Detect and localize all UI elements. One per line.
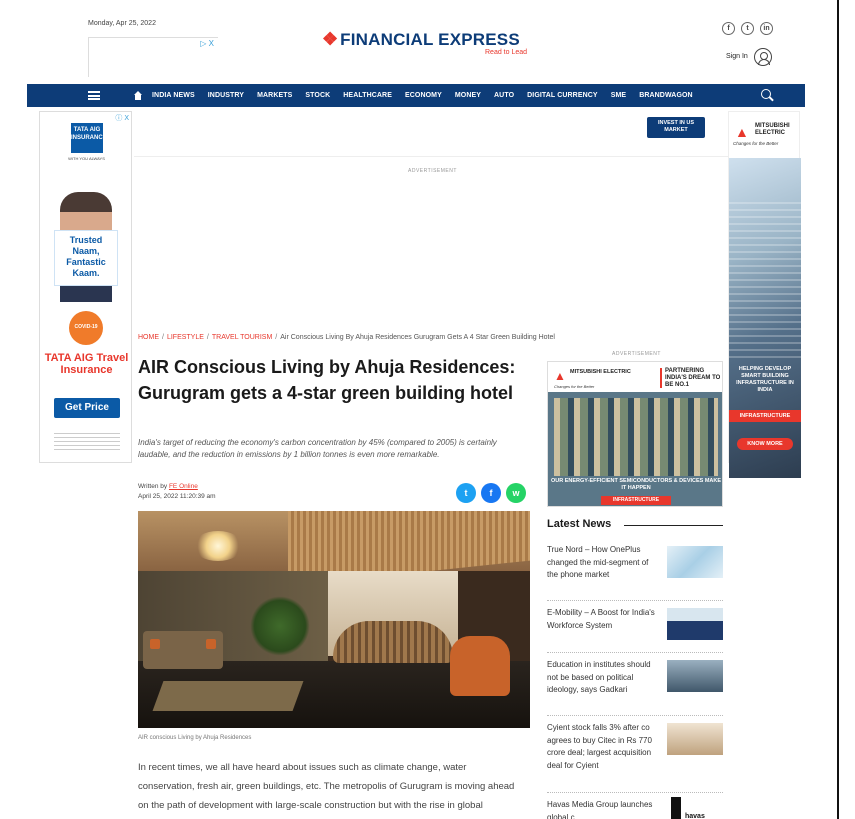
latest-news-heading: Latest News (547, 518, 612, 530)
nav-item-brandwagon[interactable]: BRANDWAGON (639, 92, 693, 99)
news-headline[interactable]: Education in institutes should not be ba… (547, 659, 660, 697)
twitter-icon[interactable]: t (741, 22, 754, 35)
article-body: In recent times, we all have heard about… (138, 762, 515, 811)
get-price-button[interactable]: Get Price (54, 398, 120, 418)
current-date: Monday, Apr 25, 2022 (88, 20, 156, 27)
ad-close-icon[interactable]: ⓘ X (115, 113, 129, 123)
nav-item-markets[interactable]: MARKETS (257, 92, 292, 99)
breadcrumb-current: Air Conscious Living By Ahuja Residences… (280, 334, 555, 341)
ad-tagline: Changes for the Better (733, 141, 779, 146)
news-item[interactable]: Cyient stock falls 3% after co agrees to… (547, 716, 723, 793)
covid-badge-icon: COVID-19 (69, 311, 103, 345)
ad-choices-icon[interactable]: ▷ X (200, 39, 214, 48)
advertisement-label: ADVERTISEMENT (408, 168, 457, 174)
ad-category: INFRASTRUCTURE (729, 410, 801, 422)
sidebar-ad[interactable]: ▲ MITSUBISHI ELECTRIC Changes for the Be… (547, 361, 723, 507)
nav-item-sme[interactable]: SME (611, 92, 626, 99)
right-skyscraper-ad[interactable]: ▲ MITSUBISHI ELECTRIC Changes for the Be… (728, 111, 801, 478)
ad-slogan: Trusted Naam, Fantastic Kaam. (54, 230, 118, 286)
top-banner-ad[interactable] (134, 111, 728, 157)
ad-category: INFRASTRUCTURE (601, 496, 671, 505)
nav-item-healthcare[interactable]: HEALTHCARE (343, 92, 392, 99)
news-thumbnail[interactable] (667, 608, 723, 640)
news-item[interactable]: E-Mobility – A Boost for India's Workfor… (547, 601, 723, 653)
ad-headline: PARTNERING INDIA'S DREAM TO BE NO.1 (665, 368, 721, 388)
news-item[interactable]: Education in institutes should not be ba… (547, 653, 723, 716)
linkedin-icon[interactable]: in (760, 22, 773, 35)
breadcrumb-lifestyle[interactable]: LIFESTYLE (167, 334, 204, 341)
logo-text: FINANCIAL EXPRESS (340, 29, 520, 49)
nav-item-economy[interactable]: ECONOMY (405, 92, 442, 99)
mitsubishi-logo-icon: ▲ (554, 369, 566, 383)
news-thumbnail[interactable] (667, 723, 723, 755)
nav-item-digital-currency[interactable]: DIGITAL CURRENCY (527, 92, 598, 99)
whatsapp-share-icon[interactable]: w (506, 483, 526, 503)
left-skyscraper-ad[interactable]: ⓘ X TATA AIG INSURANCE WITH YOU ALWAYS T… (39, 111, 132, 463)
ad-subheadline: OUR ENERGY-EFFICIENT SEMICONDUCTORS & DE… (550, 478, 722, 491)
news-headline[interactable]: E-Mobility – A Boost for India's Workfor… (547, 607, 660, 632)
ad-brand: MITSUBISHI ELECTRIC (755, 123, 790, 136)
facebook-icon[interactable]: f (722, 22, 735, 35)
ad-headline: HELPING DEVELOP SMART BUILDING INFRASTRU… (736, 366, 794, 393)
search-icon[interactable] (761, 89, 771, 99)
author-link[interactable]: FE Online (169, 483, 198, 490)
nav-item-stock[interactable]: STOCK (305, 92, 330, 99)
publish-date: April 25, 2022 11:20:39 am (138, 493, 216, 500)
page-edge-rule (837, 0, 839, 819)
article-hero-image (138, 511, 530, 728)
ad-product-name: TATA AIG Travel Insurance (44, 352, 129, 376)
ad-tagline: Changes for the Better (554, 384, 595, 389)
site-logo[interactable]: ❖ FINANCIAL EXPRESS (322, 29, 520, 50)
news-thumbnail[interactable]: havas (667, 797, 723, 819)
article-title: AIR Conscious Living by Ahuja Residences… (138, 357, 516, 403)
written-by-label: Written by (138, 483, 168, 490)
news-headline[interactable]: Havas Media Group launches global c... (547, 799, 660, 819)
heading-rule (624, 525, 723, 526)
news-item[interactable]: Havas Media Group launches global c... h… (547, 793, 723, 819)
news-item[interactable]: True Nord – How OnePlus changed the mid-… (547, 544, 723, 601)
breadcrumb: HOME / LIFESTYLE / TRAVEL TOURISM / Air Consci… (138, 334, 555, 341)
twitter-share-icon[interactable]: t (456, 483, 476, 503)
header-ad-slot[interactable]: ▷ X (88, 37, 218, 77)
news-headline[interactable]: Cyient stock falls 3% after co agrees to… (547, 722, 660, 772)
nav-item-industry[interactable]: INDUSTRY (208, 92, 244, 99)
know-more-button[interactable]: KNOW MORE (737, 438, 793, 450)
building-windows (729, 202, 801, 362)
mitsubishi-logo-icon: ▲ (735, 124, 749, 140)
user-icon[interactable] (754, 48, 772, 66)
image-caption: AIR conscious Living by Ahuja Residences (138, 735, 252, 741)
nav-item-india-news[interactable]: INDIA NEWS (152, 92, 195, 99)
logo-tagline: Read to Lead (485, 49, 528, 56)
facebook-share-icon[interactable]: f (481, 483, 501, 503)
news-thumbnail[interactable] (667, 546, 723, 578)
share-buttons: t f w (456, 483, 526, 503)
menu-icon[interactable] (88, 91, 100, 100)
nav-item-auto[interactable]: AUTO (494, 92, 514, 99)
article-summary: India's target of reducing the economy's… (138, 438, 497, 459)
ad-fine-print (54, 430, 120, 450)
invest-in-us-market-button[interactable]: INVEST IN US MARKET (647, 117, 705, 138)
news-thumbnail[interactable] (667, 660, 723, 692)
sidebar-advertisement-label: ADVERTISEMENT (612, 351, 661, 357)
social-links: f t in (722, 22, 773, 35)
news-headline[interactable]: True Nord – How OnePlus changed the mid-… (547, 544, 660, 582)
latest-news-list: True Nord – How OnePlus changed the mid-… (547, 544, 723, 819)
sign-in-link[interactable]: Sign In (726, 53, 748, 60)
main-nav: INDIA NEWS INDUSTRY MARKETS STOCK HEALTH… (27, 84, 805, 107)
nav-items: INDIA NEWS INDUSTRY MARKETS STOCK HEALTH… (152, 84, 693, 107)
ad-tagline: WITH YOU ALWAYS (68, 156, 105, 161)
tata-aig-logo: TATA AIG INSURANCE (71, 123, 107, 153)
breadcrumb-home[interactable]: HOME (138, 334, 159, 341)
breadcrumb-travel-tourism[interactable]: TRAVEL TOURISM (212, 334, 272, 341)
home-icon[interactable] (133, 91, 143, 100)
ad-brand: MITSUBISHI ELECTRIC (570, 369, 631, 375)
logo-mark-icon: ❖ (322, 29, 339, 49)
nav-item-money[interactable]: MONEY (455, 92, 481, 99)
byline: Written by FE Online (138, 483, 198, 490)
